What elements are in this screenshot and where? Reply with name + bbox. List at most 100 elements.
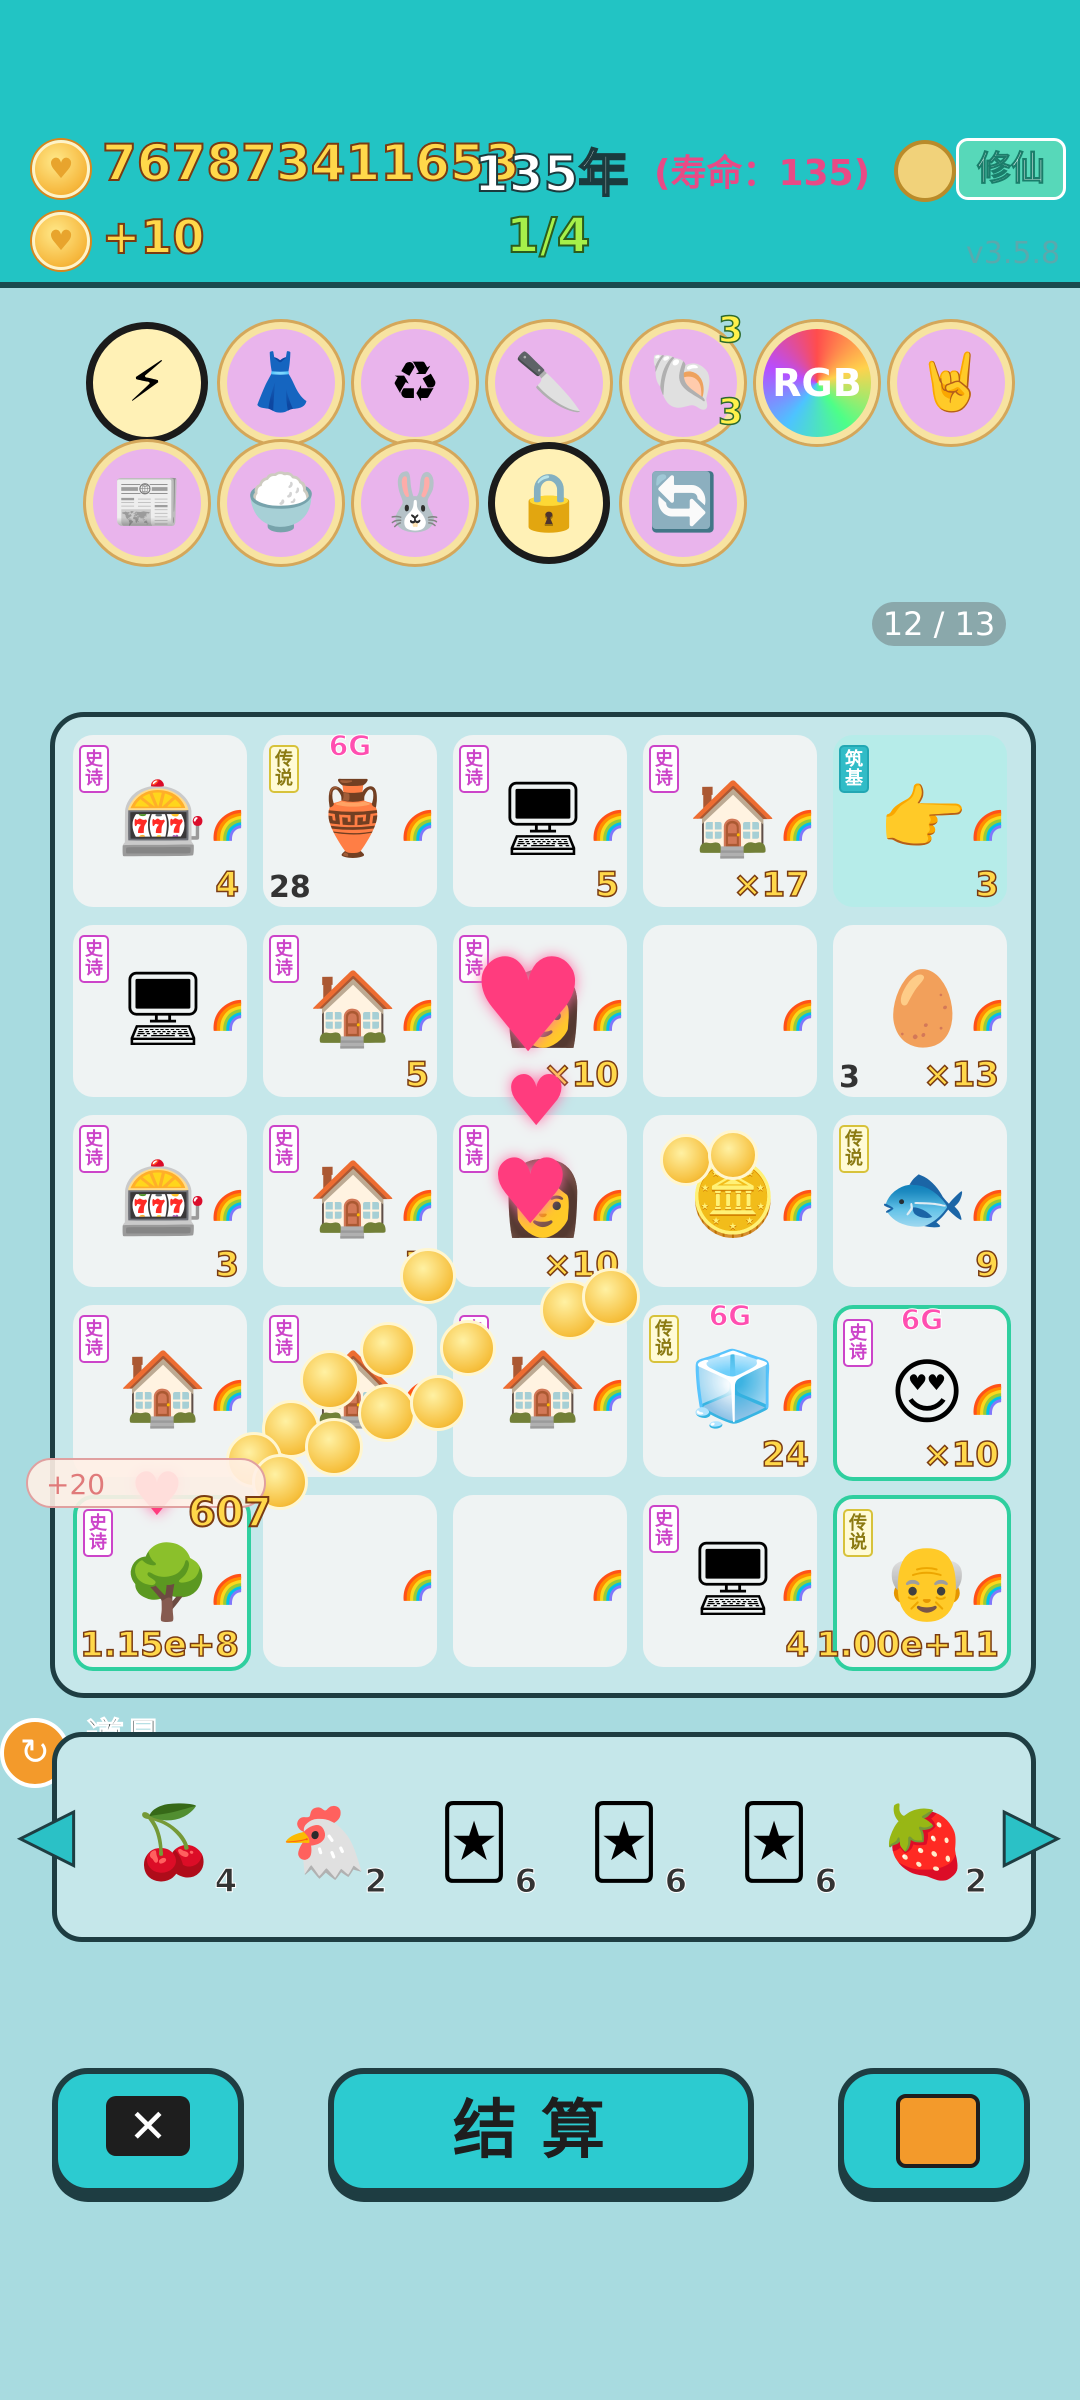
pc-fan-case-icon: 🖥 bbox=[117, 966, 209, 1050]
rainbow-icon: 🌈 bbox=[210, 999, 245, 1032]
blue-cards-icon[interactable]: 🃏 6 bbox=[419, 1787, 537, 1898]
year-counter: 135年 bbox=[473, 144, 629, 204]
legend-cards-icon[interactable]: 🃏 6 bbox=[719, 1787, 837, 1898]
cultivation-medal-icon[interactable] bbox=[894, 140, 956, 202]
recycle-icon[interactable]: ♻ bbox=[354, 322, 476, 444]
rice-bowl-upgrade-icon[interactable]: 🍚 bbox=[220, 442, 342, 564]
old-man-face-icon: 👴 bbox=[882, 1540, 972, 1624]
lychee-icon[interactable]: 🍒 4 bbox=[119, 1787, 237, 1898]
prop-count: 6 bbox=[664, 1862, 687, 1900]
rarity-tag: 史诗 bbox=[269, 935, 299, 983]
epic-cards-icon[interactable]: 🃏 6 bbox=[569, 1787, 687, 1898]
prop-count: 4 bbox=[214, 1862, 237, 1900]
briefcase-icon bbox=[896, 2094, 980, 2168]
rabbit-icon[interactable]: 🐰 bbox=[354, 442, 476, 564]
koi-fish-icon: 🐟 bbox=[878, 1156, 968, 1240]
lightning-icon[interactable]: ⚡ bbox=[86, 322, 208, 444]
cleaver-icon[interactable]: 🔪 bbox=[488, 322, 610, 444]
item-count: 5 bbox=[405, 1054, 430, 1096]
rarity-tag: 史诗 bbox=[79, 1125, 109, 1173]
board-cell[interactable]: 🌈 🥚 ×13 3 bbox=[833, 925, 1007, 1097]
rainbow-icon: 🌈 bbox=[210, 1189, 245, 1222]
board-cell[interactable]: 史诗 🌈 🎰 3 bbox=[73, 1115, 247, 1287]
delete-button[interactable]: ✕ bbox=[52, 2068, 244, 2194]
item-count: 1.00e+11 bbox=[816, 1624, 1000, 1666]
time-magazine-icon[interactable]: 📰 bbox=[86, 442, 208, 564]
board-cell[interactable]: 史诗 🌈 🏠 5 bbox=[263, 925, 437, 1097]
rainbow-icon: 🌈 bbox=[780, 809, 815, 842]
prop-count: 2 bbox=[964, 1862, 987, 1900]
capsule-machine-icon: 🎰 bbox=[118, 1156, 208, 1240]
rarity-tag: 传说 bbox=[839, 1125, 869, 1173]
version-label: v3.5.8 bbox=[966, 236, 1061, 271]
safe-icon[interactable]: 🔒 bbox=[488, 442, 610, 564]
board-cell[interactable]: 传说 6G 🌈 🧊 24 bbox=[643, 1299, 817, 1477]
rarity-tag: 史诗 bbox=[459, 745, 489, 793]
rainbow-icon: 🌈 bbox=[970, 999, 1005, 1032]
damage-number: 607 bbox=[187, 1489, 272, 1537]
prop-count: 6 bbox=[514, 1862, 537, 1900]
coin-total: 767873411653 bbox=[101, 133, 520, 193]
rainbow-icon: 🌈 bbox=[400, 999, 435, 1032]
board-cell[interactable]: 史诗 🌈 🏠 ×17 bbox=[643, 735, 817, 907]
coin-particle bbox=[708, 1130, 758, 1180]
coin-particle bbox=[358, 1384, 416, 1442]
rabbit-house-icon: 🏠 bbox=[308, 1156, 398, 1240]
refresh-icon[interactable]: 🔄 bbox=[622, 442, 744, 564]
board-cell[interactable]: 🌈 bbox=[453, 1495, 627, 1667]
rgb-icon[interactable]: RGB bbox=[756, 322, 878, 444]
item-count: ×10 bbox=[922, 1434, 999, 1476]
item-count: 3 bbox=[975, 864, 1000, 906]
board-cell[interactable]: 史诗 🌈 🎰 4 bbox=[73, 735, 247, 907]
rainbow-icon: 🌈 bbox=[590, 1569, 625, 1602]
inventory-button[interactable] bbox=[838, 2068, 1030, 2194]
chicken-icon[interactable]: 🐔 2 bbox=[269, 1787, 387, 1898]
cultivate-button[interactable]: 修仙 bbox=[956, 138, 1066, 200]
rainbow-icon: 🌈 bbox=[210, 809, 245, 842]
prev-arrow-icon[interactable]: ◀ bbox=[19, 1788, 76, 1878]
rainbow-icon: 🌈 bbox=[780, 999, 815, 1032]
rarity-tag: 史诗 bbox=[83, 1509, 113, 1557]
coin-particle bbox=[300, 1350, 360, 1410]
rainbow-icon: 🌈 bbox=[590, 809, 625, 842]
skill-badge-top: 3 bbox=[717, 309, 744, 352]
board-cell[interactable]: 🌈 bbox=[263, 1495, 437, 1667]
item-sub-count: 3 bbox=[839, 1060, 860, 1095]
rarity-tag: 史诗 bbox=[649, 745, 679, 793]
coin-income: +10 bbox=[101, 209, 206, 265]
coin-particle bbox=[410, 1375, 466, 1431]
skill-badge-bottom: 3 bbox=[717, 391, 744, 434]
prop-count: 6 bbox=[814, 1862, 837, 1900]
board-cell[interactable]: 传说 🌈 👴 1.00e+11 bbox=[816, 1495, 1011, 1671]
rarity-tag: 史诗 bbox=[79, 935, 109, 983]
item-count: 5 bbox=[595, 864, 620, 906]
board-cell[interactable]: 史诗 🌈 🖥 bbox=[73, 925, 247, 1097]
coin-particle bbox=[582, 1268, 640, 1326]
next-arrow-icon[interactable]: ▶ bbox=[1003, 1788, 1060, 1878]
board-cell[interactable]: 史诗 🌈 🖥 5 bbox=[453, 735, 627, 907]
board-cell[interactable]: 筑基 🌈 👉 3 bbox=[833, 735, 1007, 907]
board-cell[interactable]: 史诗 🌈 🖥 4 bbox=[643, 1495, 817, 1667]
strawberry-icon[interactable]: 🍓 2 bbox=[869, 1787, 987, 1898]
coin-particle bbox=[360, 1322, 416, 1378]
lifespan-label: (寿命：135) bbox=[654, 153, 871, 194]
board-cell[interactable]: 🌈 bbox=[643, 925, 817, 1097]
board-cell[interactable]: 传说 6G 🌈 🏺 28 bbox=[263, 729, 437, 907]
heart-effect: ♥ bbox=[505, 1060, 568, 1142]
item-sub-count: 28 bbox=[269, 870, 311, 905]
fridge-icon: 🧊 bbox=[688, 1346, 778, 1430]
settle-button[interactable]: 结算 bbox=[328, 2068, 754, 2194]
rarity-tag: 史诗 bbox=[459, 1125, 489, 1173]
props-panel: 🍒 4 🐔 2 🃏 6 🃏 6 🃏 6 🍓 2 bbox=[52, 1732, 1036, 1942]
item-count: 24 bbox=[761, 1434, 810, 1476]
rainbow-icon: 🌈 bbox=[400, 809, 435, 842]
rainbow-icon: 🌈 bbox=[590, 999, 625, 1032]
skirt-icon[interactable]: 👗 bbox=[220, 322, 342, 444]
board-cell[interactable]: 史诗 6G 🌈 😍 ×10 bbox=[833, 1303, 1011, 1481]
board-cell[interactable]: 传说 🌈 🐟 9 bbox=[833, 1115, 1007, 1287]
rabbit-house-icon: 🏠 bbox=[688, 776, 778, 860]
board-cell[interactable]: 史诗 🌈🏠 bbox=[73, 1305, 247, 1477]
rock-hand-icon[interactable]: 🤘 bbox=[890, 322, 1012, 444]
rainbow-icon: 🌈 bbox=[590, 1379, 625, 1412]
level-label: 6G bbox=[708, 1299, 752, 1333]
